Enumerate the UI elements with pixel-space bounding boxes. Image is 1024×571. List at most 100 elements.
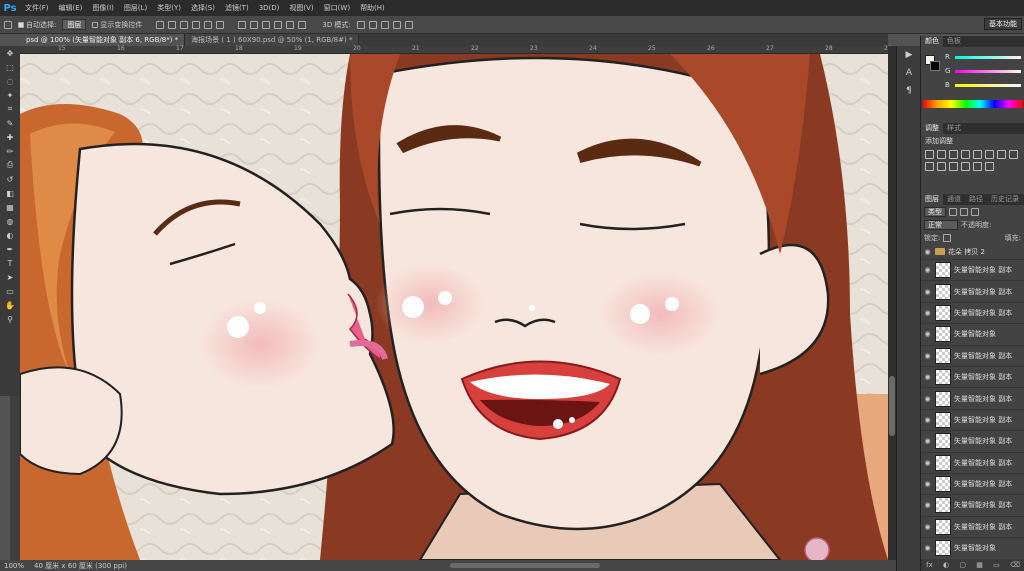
black-white-icon[interactable]: [1009, 150, 1018, 159]
document-canvas[interactable]: [20, 54, 888, 560]
horizontal-scroll-thumb[interactable]: [450, 563, 600, 568]
menu-item[interactable]: 文件(F): [20, 0, 54, 16]
menu-item[interactable]: 选择(S): [186, 0, 220, 16]
scale-3d-icon[interactable]: [404, 20, 413, 29]
layer-row[interactable]: ◉ 矢量智能对象 副本: [921, 408, 1024, 430]
layer-group[interactable]: ◉ 花朵 拷贝 2: [921, 244, 1024, 259]
menu-item[interactable]: 帮助(H): [355, 0, 390, 16]
slider-track[interactable]: [955, 69, 1021, 73]
align-left-icon[interactable]: [192, 20, 201, 29]
layer-row[interactable]: ◉ 矢量智能对象 副本: [921, 365, 1024, 387]
vertical-scroll-thumb[interactable]: [889, 376, 895, 436]
crop-icon[interactable]: ⌗: [0, 102, 20, 116]
layer-row[interactable]: ◉ 矢量智能对象 副本: [921, 430, 1024, 451]
type-icon[interactable]: T: [0, 256, 20, 270]
slide-3d-icon[interactable]: [392, 20, 401, 29]
menu-item[interactable]: 类型(Y): [152, 0, 186, 16]
new-layer-icon[interactable]: ▭: [993, 561, 1000, 569]
channel-mixer-icon[interactable]: [937, 162, 946, 171]
visibility-eye-icon[interactable]: ◉: [923, 266, 932, 274]
panel-tab[interactable]: 路径: [965, 194, 987, 205]
path-select-icon[interactable]: ➤: [0, 270, 20, 284]
roll-3d-icon[interactable]: [368, 20, 377, 29]
workspace-button[interactable]: 基本功能: [984, 18, 1022, 30]
align-vcenter-icon[interactable]: [168, 20, 177, 29]
visibility-eye-icon[interactable]: ◉: [923, 248, 932, 256]
vibrance-icon[interactable]: [973, 150, 982, 159]
zoom-icon[interactable]: ⚲: [0, 312, 20, 326]
background-swatch[interactable]: [930, 61, 940, 71]
lasso-icon[interactable]: ◌: [0, 74, 20, 88]
distribute-top-icon[interactable]: [238, 20, 247, 29]
visibility-eye-icon[interactable]: ◉: [923, 352, 932, 360]
stamp-icon[interactable]: ⎙: [0, 158, 20, 172]
panel-tab[interactable]: 图层: [921, 194, 943, 205]
layer-row[interactable]: ◉ 矢量智能对象 副本: [921, 344, 1024, 366]
visibility-eye-icon[interactable]: ◉: [923, 480, 932, 488]
layer-kind-dropdown[interactable]: 类型: [924, 206, 946, 217]
pen-icon[interactable]: ✒: [0, 242, 20, 256]
slider-track[interactable]: [955, 83, 1021, 87]
adjustment-layer-icon[interactable]: ▢: [959, 561, 966, 569]
distribute-right-icon[interactable]: [298, 20, 307, 29]
shape-icon[interactable]: ▭: [0, 284, 20, 298]
menu-item[interactable]: 视图(V): [284, 0, 318, 16]
distribute-hcenter-icon[interactable]: [286, 20, 295, 29]
align-bottom-icon[interactable]: [180, 20, 189, 29]
filter-pixel-icon[interactable]: [949, 207, 957, 216]
move-icon[interactable]: ✥: [0, 46, 20, 60]
document-tab[interactable]: 海报场景 ( 1 ) 60X90.psd @ 50% (1, RGB/8#) *: [185, 34, 360, 46]
auto-select-dropdown[interactable]: 图层: [62, 19, 87, 30]
group-icon[interactable]: ▦: [976, 561, 983, 569]
hand-icon[interactable]: ✋: [0, 298, 20, 312]
color-spectrum[interactable]: [923, 100, 1023, 108]
layer-row[interactable]: ◉ 矢量智能对象 副本: [921, 494, 1024, 515]
align-top-icon[interactable]: [156, 20, 165, 29]
brightness-icon[interactable]: [925, 150, 934, 159]
menu-item[interactable]: 窗口(W): [319, 0, 355, 16]
slider-track[interactable]: [955, 55, 1021, 59]
distribute-left-icon[interactable]: [274, 20, 283, 29]
marquee-icon[interactable]: ⬚: [0, 60, 20, 74]
visibility-eye-icon[interactable]: ◉: [923, 395, 932, 403]
levels-icon[interactable]: [937, 150, 946, 159]
quick-select-icon[interactable]: ✦: [0, 88, 20, 102]
layer-row[interactable]: ◉ 矢量智能对象: [921, 537, 1024, 558]
align-hcenter-icon[interactable]: [204, 20, 213, 29]
zoom-level[interactable]: 100%: [4, 562, 24, 570]
visibility-eye-icon[interactable]: ◉: [923, 416, 932, 424]
layer-row[interactable]: ◉ 矢量智能对象 副本: [921, 259, 1024, 280]
menu-item[interactable]: 图层(L): [119, 0, 152, 16]
panel-tab[interactable]: 历史记录: [987, 194, 1023, 205]
rotate-3d-icon[interactable]: [356, 20, 365, 29]
threshold-icon[interactable]: [985, 162, 994, 171]
posterize-icon[interactable]: [973, 162, 982, 171]
menu-item[interactable]: 图像(I): [87, 0, 119, 16]
photo-filter-icon[interactable]: [925, 162, 934, 171]
drag-3d-icon[interactable]: [380, 20, 389, 29]
visibility-eye-icon[interactable]: ◉: [923, 501, 932, 509]
menu-item[interactable]: 3D(D): [254, 0, 285, 16]
eraser-icon[interactable]: ◧: [0, 186, 20, 200]
distribute-bottom-icon[interactable]: [262, 20, 271, 29]
panel-tab[interactable]: 色板: [943, 36, 965, 47]
history-brush-icon[interactable]: ↺: [0, 172, 20, 186]
align-right-icon[interactable]: [216, 20, 225, 29]
play-icon[interactable]: ▶: [897, 46, 921, 64]
visibility-eye-icon[interactable]: ◉: [923, 544, 932, 552]
gradient-icon[interactable]: ▦: [0, 200, 20, 214]
character-icon[interactable]: A: [897, 64, 921, 82]
paragraph-icon[interactable]: ¶: [897, 82, 921, 100]
blend-mode-dropdown[interactable]: 正常: [924, 219, 958, 230]
visibility-eye-icon[interactable]: ◉: [923, 330, 932, 338]
fx-icon[interactable]: fx: [926, 561, 933, 569]
panel-tab[interactable]: 颜色: [921, 36, 943, 47]
layer-row[interactable]: ◉ 矢量智能对象 副本: [921, 387, 1024, 408]
distribute-vcenter-icon[interactable]: [250, 20, 259, 29]
visibility-eye-icon[interactable]: ◉: [923, 309, 932, 317]
hue-icon[interactable]: [985, 150, 994, 159]
layer-row[interactable]: ◉ 矢量智能对象 副本: [921, 515, 1024, 537]
invert-icon[interactable]: [961, 162, 970, 171]
auto-select-checkbox[interactable]: 自动选择:: [18, 20, 56, 30]
color-balance-icon[interactable]: [997, 150, 1006, 159]
